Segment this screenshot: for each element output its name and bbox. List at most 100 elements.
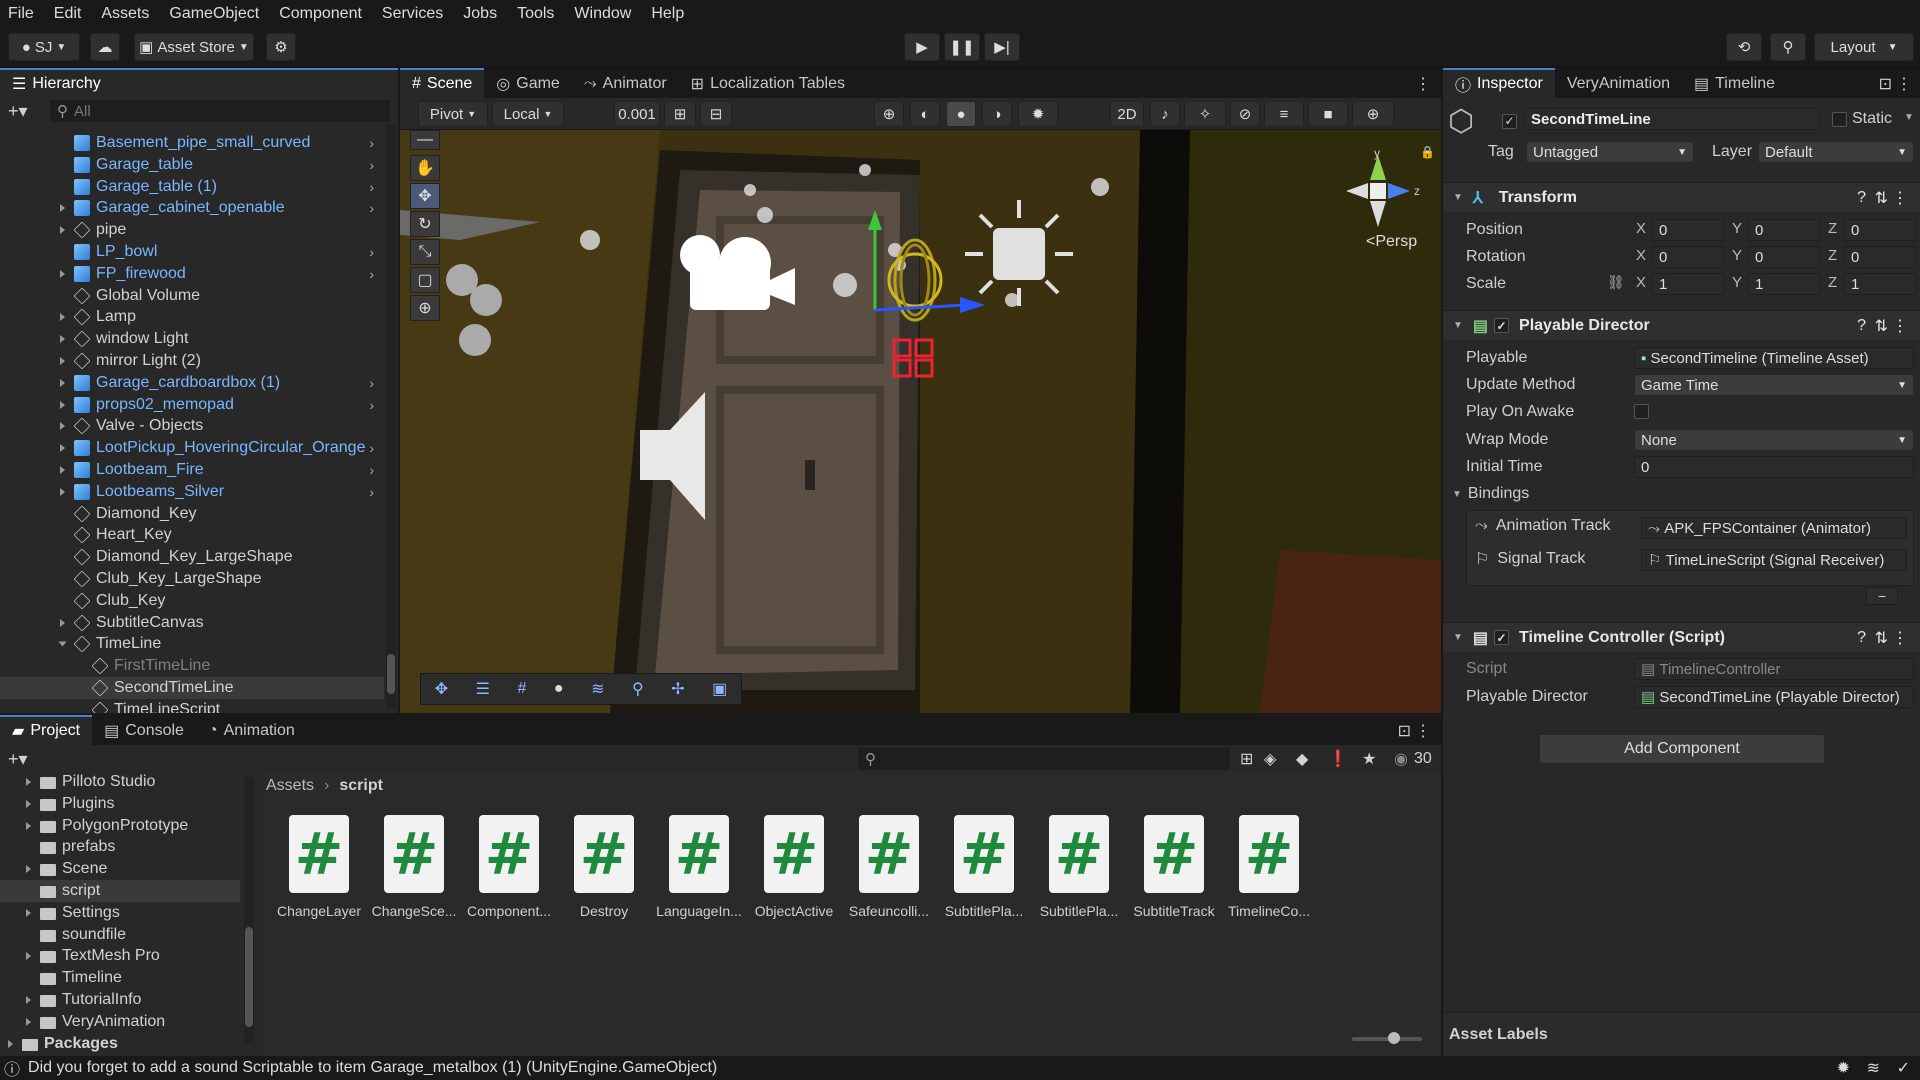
- perspective-label[interactable]: <Persp: [1366, 233, 1417, 251]
- transform-scale-x-field[interactable]: 1: [1652, 273, 1724, 295]
- constrain-proportions-icon[interactable]: ⛓: [1607, 274, 1625, 291]
- asset-item[interactable]: # ChangeLayer: [274, 815, 364, 919]
- debug-icon[interactable]: ✹: [1837, 1058, 1850, 1078]
- lock-icon[interactable]: 🔒: [1420, 145, 1435, 159]
- playable-object-field[interactable]: ▪ SecondTimeline (Timeline Asset): [1634, 347, 1914, 369]
- layers-icon[interactable]: ≋: [591, 679, 604, 699]
- hierarchy-item[interactable]: Garage_table ›: [0, 154, 384, 176]
- chevron-right-icon[interactable]: [8, 1039, 13, 1048]
- folder-item[interactable]: Scene: [0, 858, 240, 880]
- menu-jobs[interactable]: Jobs: [453, 5, 507, 23]
- transform-position-y-field[interactable]: 0: [1748, 219, 1820, 241]
- prefab-open-icon[interactable]: ›: [369, 484, 374, 500]
- folder-item[interactable]: Settings: [0, 902, 240, 924]
- hierarchy-item[interactable]: pipe: [0, 219, 384, 241]
- object-name-field[interactable]: SecondTimeLine: [1524, 108, 1820, 130]
- hierarchy-item[interactable]: TimeLineScript: [0, 699, 384, 713]
- more-icon[interactable]: ⋮: [1896, 74, 1912, 94]
- check-icon[interactable]: ✓: [1897, 1058, 1910, 1078]
- chevron-right-icon[interactable]: [60, 444, 65, 453]
- prefab-open-icon[interactable]: ›: [369, 462, 374, 478]
- scale-tool[interactable]: ⤡: [410, 239, 440, 265]
- chevron-right-icon[interactable]: [26, 799, 31, 808]
- grid-snap-button[interactable]: ⊞: [664, 101, 696, 127]
- menu-services[interactable]: Services: [372, 5, 453, 23]
- hierarchy-item[interactable]: Diamond_Key_LargeShape: [0, 546, 384, 568]
- scrollbar-thumb[interactable]: [245, 927, 253, 1027]
- hierarchy-item[interactable]: Garage_table (1) ›: [0, 176, 384, 198]
- tag-dropdown[interactable]: Untagged ▼: [1526, 141, 1694, 163]
- type-filter-icon[interactable]: ◈: [1264, 749, 1276, 769]
- tab-scene[interactable]: # Scene: [400, 68, 485, 98]
- menu-tools[interactable]: Tools: [507, 5, 564, 23]
- timeline-controller-header[interactable]: ▼ ▤ ✓ Timeline Controller (Script) ? ⇅ ⋮: [1443, 622, 1920, 652]
- hand-tool[interactable]: ✋: [410, 155, 440, 181]
- asset-store-button[interactable]: ▣ Asset Store ▼: [134, 33, 254, 61]
- move-icon[interactable]: ✥: [435, 679, 448, 699]
- project-search-input[interactable]: ⚲: [858, 748, 1230, 770]
- transform-header[interactable]: ▼ ⅄ Transform ? ⇅ ⋮: [1443, 182, 1920, 212]
- effects-button[interactable]: ✧: [1184, 101, 1226, 127]
- asset-item[interactable]: # SubtitleTrack: [1129, 815, 1219, 919]
- asset-item[interactable]: # Component...: [464, 815, 554, 919]
- asset-item[interactable]: # ChangeSce...: [369, 815, 459, 919]
- scrollbar-thumb[interactable]: [387, 654, 395, 694]
- sphere-icon[interactable]: ●: [554, 680, 564, 698]
- breadcrumb-assets[interactable]: Assets: [266, 777, 314, 795]
- slider-thumb[interactable]: [1388, 1032, 1400, 1044]
- transform-scale-y-field[interactable]: 1: [1748, 273, 1820, 295]
- asset-item[interactable]: # Safeuncolli...: [844, 815, 934, 919]
- snap-settings-button[interactable]: ⊟: [700, 101, 732, 127]
- hierarchy-item[interactable]: LootPickup_HoveringCircular_Orange ›: [0, 437, 384, 459]
- orientation-gizmo[interactable]: y z 🔒 <Persp: [1330, 145, 1435, 255]
- move-tool[interactable]: ✥: [410, 183, 440, 209]
- menu-gameobject[interactable]: GameObject: [159, 5, 269, 23]
- hierarchy-scrollbar[interactable]: [386, 124, 396, 709]
- chevron-right-icon[interactable]: [60, 226, 65, 235]
- layout-dropdown[interactable]: Layout ▼: [1814, 33, 1914, 61]
- history-button[interactable]: ⟲: [1726, 33, 1762, 61]
- chevron-right-icon[interactable]: [60, 466, 65, 474]
- lighting-toggle-button[interactable]: ◑: [982, 101, 1012, 127]
- tab-veryanimation[interactable]: VeryAnimation: [1555, 68, 1682, 98]
- folder-item[interactable]: PolygonPrototype: [0, 815, 240, 837]
- package-button[interactable]: ⚙: [266, 33, 296, 61]
- help-icon[interactable]: ?: [1857, 189, 1866, 207]
- pivot-dropdown[interactable]: Pivot ▼: [418, 101, 488, 127]
- more-icon[interactable]: ⋮: [1892, 316, 1908, 336]
- folder-item[interactable]: script: [0, 880, 240, 902]
- prefab-open-icon[interactable]: ›: [369, 397, 374, 413]
- search-button[interactable]: ⚲: [1770, 33, 1806, 61]
- folder-item[interactable]: soundfile: [0, 924, 240, 946]
- more-icon[interactable]: ⋮: [1892, 628, 1908, 648]
- more-icon[interactable]: ⋮: [1892, 188, 1908, 208]
- chevron-right-icon[interactable]: [26, 1017, 31, 1026]
- hierarchy-item[interactable]: Global Volume: [0, 285, 384, 307]
- transform-rotation-x-field[interactable]: 0: [1652, 246, 1724, 268]
- transform-scale-z-field[interactable]: 1: [1844, 273, 1916, 295]
- folder-item[interactable]: prefabs: [0, 836, 240, 858]
- tab-animator[interactable]: ⤳ Animator: [572, 68, 679, 98]
- tab-hierarchy[interactable]: ☰ Hierarchy: [0, 68, 398, 98]
- folder-item[interactable]: TutorialInfo: [0, 989, 240, 1011]
- tab-timeline[interactable]: ▤ Timeline: [1682, 68, 1787, 98]
- static-checkbox[interactable]: [1832, 112, 1847, 132]
- asset-item[interactable]: # SubtitlePla...: [1034, 815, 1124, 919]
- pivot-icon[interactable]: ✢: [671, 679, 684, 699]
- hierarchy-item[interactable]: Club_Key: [0, 590, 384, 612]
- asset-item[interactable]: # TimelineCo...: [1224, 815, 1314, 919]
- chevron-right-icon[interactable]: [60, 313, 65, 322]
- hierarchy-item[interactable]: mirror Light (2): [0, 350, 384, 372]
- chevron-down-icon[interactable]: ▼: [1904, 112, 1914, 123]
- hierarchy-item[interactable]: SubtitleCanvas: [0, 612, 384, 634]
- hierarchy-item[interactable]: Club_Key_LargeShape: [0, 568, 384, 590]
- chevron-right-icon[interactable]: [26, 778, 31, 786]
- hierarchy-item[interactable]: Lamp: [0, 306, 384, 328]
- transform-rotation-z-field[interactable]: 0: [1844, 246, 1916, 268]
- menu-window[interactable]: Window: [564, 5, 641, 23]
- tab-console[interactable]: ▤ Console: [92, 715, 196, 745]
- asset-item[interactable]: # LanguageIn...: [654, 815, 744, 919]
- tab-animation[interactable]: ◔ Animation: [196, 715, 307, 745]
- breadcrumb-script[interactable]: script: [339, 777, 383, 795]
- play-button[interactable]: ▶: [904, 33, 940, 61]
